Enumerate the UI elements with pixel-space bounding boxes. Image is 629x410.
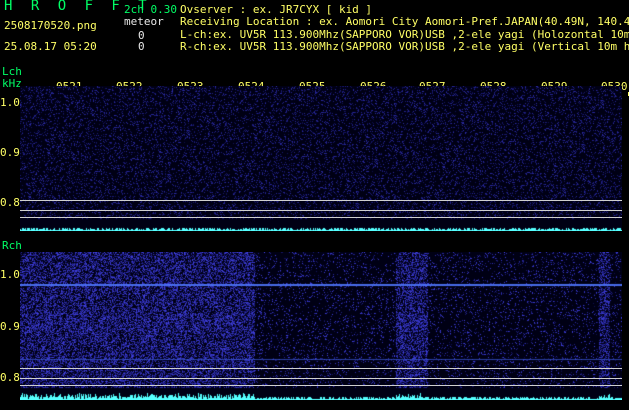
lch-freq-tick: 1.0 — [0, 96, 20, 109]
rch-info: R-ch:ex. UV5R 113.900Mhz(SAPPORO VOR)USB… — [180, 40, 629, 53]
hrofft-window: H R O F F T 2ch 0.30 meteor 2508170520.p… — [0, 0, 629, 410]
lch-grid-line — [20, 217, 622, 218]
rch-grid-line — [20, 378, 622, 379]
meteor-label: meteor — [124, 15, 164, 28]
lch-spectrogram — [20, 86, 622, 231]
location-info: Receiving Location : ex. Aomori City Aom… — [180, 15, 629, 28]
lch-freq-tick: 0.9 — [0, 146, 20, 159]
rch-freq-tick: 1.0 — [0, 268, 20, 281]
filename-label: 2508170520.png — [4, 19, 97, 32]
khz-label: kHz — [2, 77, 22, 90]
rch-freq-tick: 0.9 — [0, 320, 20, 333]
rch-freq-tick: 0.8 — [0, 371, 20, 384]
lch-grid-line — [20, 210, 622, 211]
lch-freq-tick: 0.8 — [0, 196, 20, 209]
lch-grid-line — [20, 200, 622, 201]
rch-grid-line — [20, 385, 622, 386]
rch-count: 0 — [138, 40, 145, 53]
rch-grid-line — [20, 368, 622, 369]
datetime-label: 25.08.17 05:20 — [4, 40, 97, 53]
rch-label: Rch — [2, 239, 22, 252]
rch-spectrogram — [20, 252, 622, 400]
